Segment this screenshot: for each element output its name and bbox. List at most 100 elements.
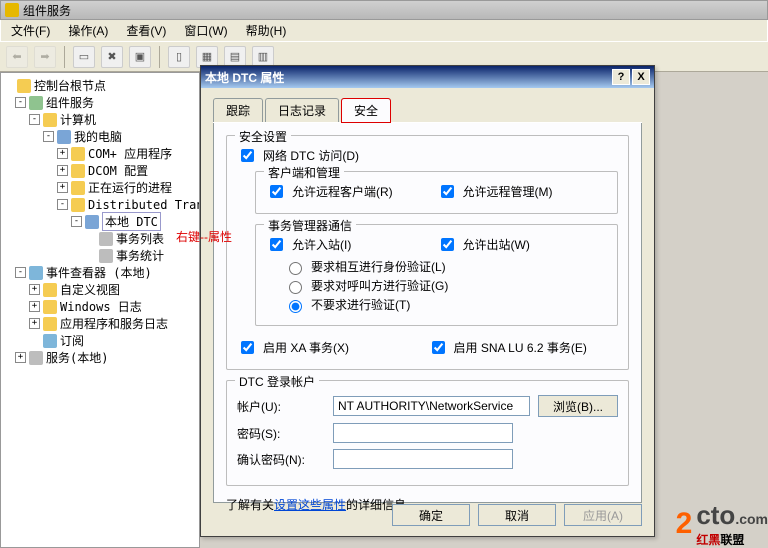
- network-dtc-checkbox[interactable]: [241, 149, 254, 162]
- caller-auth-radio[interactable]: [289, 281, 302, 294]
- folder-icon: [71, 164, 85, 178]
- expander-icon[interactable]: -: [71, 216, 82, 227]
- folder-icon: [71, 181, 85, 195]
- tab-log[interactable]: 日志记录: [265, 98, 339, 122]
- network-dtc-label: 网络 DTC 访问(D): [263, 147, 359, 164]
- expander-icon[interactable]: +: [29, 318, 40, 329]
- allow-inbound-checkbox[interactable]: [270, 238, 283, 251]
- browse-button[interactable]: 浏览(B)...: [538, 395, 618, 417]
- group-title: 事务管理器通信: [264, 217, 356, 234]
- expander-icon[interactable]: -: [29, 114, 40, 125]
- window-title: 组件服务: [23, 2, 71, 19]
- allow-outbound-checkbox[interactable]: [441, 238, 454, 251]
- expander-icon[interactable]: +: [29, 301, 40, 312]
- expander-icon[interactable]: -: [43, 131, 54, 142]
- tree-custom-views[interactable]: 自定义视图: [60, 281, 120, 298]
- allow-remote-admin-checkbox[interactable]: [441, 185, 454, 198]
- stats-icon: [99, 249, 113, 263]
- folder-icon: [43, 300, 57, 314]
- tree-win-log[interactable]: Windows 日志: [60, 298, 142, 315]
- confirm-password-input[interactable]: [333, 449, 513, 469]
- ok-button[interactable]: 确定: [392, 504, 470, 526]
- tree-txn-stats[interactable]: 事务统计: [116, 247, 164, 264]
- allow-remote-client-label: 允许远程客户端(R): [292, 183, 393, 200]
- expander-icon[interactable]: +: [29, 284, 40, 295]
- no-auth-radio[interactable]: [289, 300, 302, 313]
- watermark-cto: cto.com: [696, 500, 768, 530]
- folder-icon: [43, 317, 57, 331]
- tree-services[interactable]: 服务(本地): [46, 349, 108, 366]
- group-title: 客户端和管理: [264, 164, 344, 181]
- expander-icon[interactable]: +: [15, 352, 26, 363]
- apply-button[interactable]: 应用(A): [564, 504, 642, 526]
- eventviewer-icon: [29, 266, 43, 280]
- expander-icon[interactable]: -: [57, 199, 68, 210]
- dtc-login-group: DTC 登录帐户 帐户(U): 浏览(B)... 密码(S): 确认密码(N):: [226, 380, 629, 486]
- tree-subs[interactable]: 订阅: [60, 332, 84, 349]
- toolbar-btn-4[interactable]: ▯: [168, 46, 190, 68]
- tab-panel-security: 安全设置 网络 DTC 访问(D) 客户端和管理 允许远程客户端(R): [213, 123, 642, 503]
- menu-file[interactable]: 文件(F): [5, 20, 56, 41]
- enable-sna-label: 启用 SNA LU 6.2 事务(E): [454, 339, 587, 356]
- computer-icon: [57, 130, 71, 144]
- expander-icon[interactable]: -: [15, 267, 26, 278]
- dtc-icon: [85, 215, 99, 229]
- expander-icon[interactable]: +: [57, 165, 68, 176]
- properties-dialog: 本地 DTC 属性 ? X 跟踪 日志记录 安全 安全设置: [200, 65, 655, 537]
- watermark: 2 cto.com 红黑联盟: [676, 500, 768, 548]
- tree-event-viewer[interactable]: 事件查看器 (本地): [46, 264, 152, 281]
- console-tree[interactable]: 控制台根节点 - 组件服务 - 计算机 - 我的电脑 + COM+ 应用程序 +…: [0, 72, 200, 548]
- enable-xa-label: 启用 XA 事务(X): [263, 339, 349, 356]
- toolbar-btn-1[interactable]: ▭: [73, 46, 95, 68]
- allow-inbound-label: 允许入站(I): [292, 236, 351, 253]
- group-title: DTC 登录帐户: [235, 373, 319, 390]
- tree-comp-svc[interactable]: 组件服务: [46, 94, 94, 111]
- tree-computers[interactable]: 计算机: [60, 111, 96, 128]
- tab-security[interactable]: 安全: [341, 98, 391, 123]
- tree-app-svc-log[interactable]: 应用程序和服务日志: [60, 315, 168, 332]
- tree-txn-list[interactable]: 事务列表: [116, 230, 164, 247]
- separator: [64, 46, 65, 68]
- txn-mgr-comm-group: 事务管理器通信 允许入站(I) 允许出站(W): [255, 224, 618, 326]
- folder-icon: [71, 147, 85, 161]
- close-button[interactable]: X: [632, 69, 650, 85]
- toolbar-btn-2[interactable]: ✖: [101, 46, 123, 68]
- app-icon: [5, 3, 19, 17]
- menu-window[interactable]: 窗口(W): [178, 20, 233, 41]
- client-admin-group: 客户端和管理 允许远程客户端(R) 允许远程管理(M): [255, 171, 618, 214]
- caller-auth-label: 要求对呼叫方进行验证(G): [311, 277, 448, 294]
- info-link[interactable]: 设置这些属性: [274, 498, 346, 512]
- expander-icon[interactable]: +: [57, 182, 68, 193]
- expander-icon[interactable]: +: [57, 148, 68, 159]
- tree-dist-tran[interactable]: Distributed Tran: [88, 198, 200, 212]
- menu-view[interactable]: 查看(V): [120, 20, 172, 41]
- mutual-auth-radio[interactable]: [289, 262, 302, 275]
- allow-outbound-label: 允许出站(W): [463, 236, 530, 253]
- account-input[interactable]: [333, 396, 530, 416]
- menu-action[interactable]: 操作(A): [62, 20, 114, 41]
- tree-dcom[interactable]: DCOM 配置: [88, 162, 148, 179]
- menu-help[interactable]: 帮助(H): [240, 20, 293, 41]
- tree-running[interactable]: 正在运行的进程: [88, 179, 172, 196]
- nav-back-button: ⬅: [6, 46, 28, 68]
- tab-trace[interactable]: 跟踪: [213, 98, 263, 122]
- expander-icon[interactable]: -: [15, 97, 26, 108]
- nav-fwd-button: ➡: [34, 46, 56, 68]
- toolbar-btn-3[interactable]: ▣: [129, 46, 151, 68]
- password-input[interactable]: [333, 423, 513, 443]
- watermark-sub: 红黑联盟: [696, 533, 744, 547]
- account-label: 帐户(U):: [237, 398, 325, 415]
- tree-my-pc[interactable]: 我的电脑: [74, 128, 122, 145]
- enable-xa-checkbox[interactable]: [241, 341, 254, 354]
- mutual-auth-label: 要求相互进行身份验证(L): [311, 258, 446, 275]
- tree-root[interactable]: 控制台根节点: [34, 77, 106, 94]
- tabstrip: 跟踪 日志记录 安全: [213, 98, 642, 123]
- enable-sna-checkbox[interactable]: [432, 341, 445, 354]
- cancel-button[interactable]: 取消: [478, 504, 556, 526]
- folder-icon: [43, 113, 57, 127]
- allow-remote-client-checkbox[interactable]: [270, 185, 283, 198]
- dialog-titlebar[interactable]: 本地 DTC 属性 ? X: [201, 66, 654, 88]
- help-button[interactable]: ?: [612, 69, 630, 85]
- tree-local-dtc[interactable]: 本地 DTC: [102, 212, 161, 231]
- tree-com-plus[interactable]: COM+ 应用程序: [88, 145, 172, 162]
